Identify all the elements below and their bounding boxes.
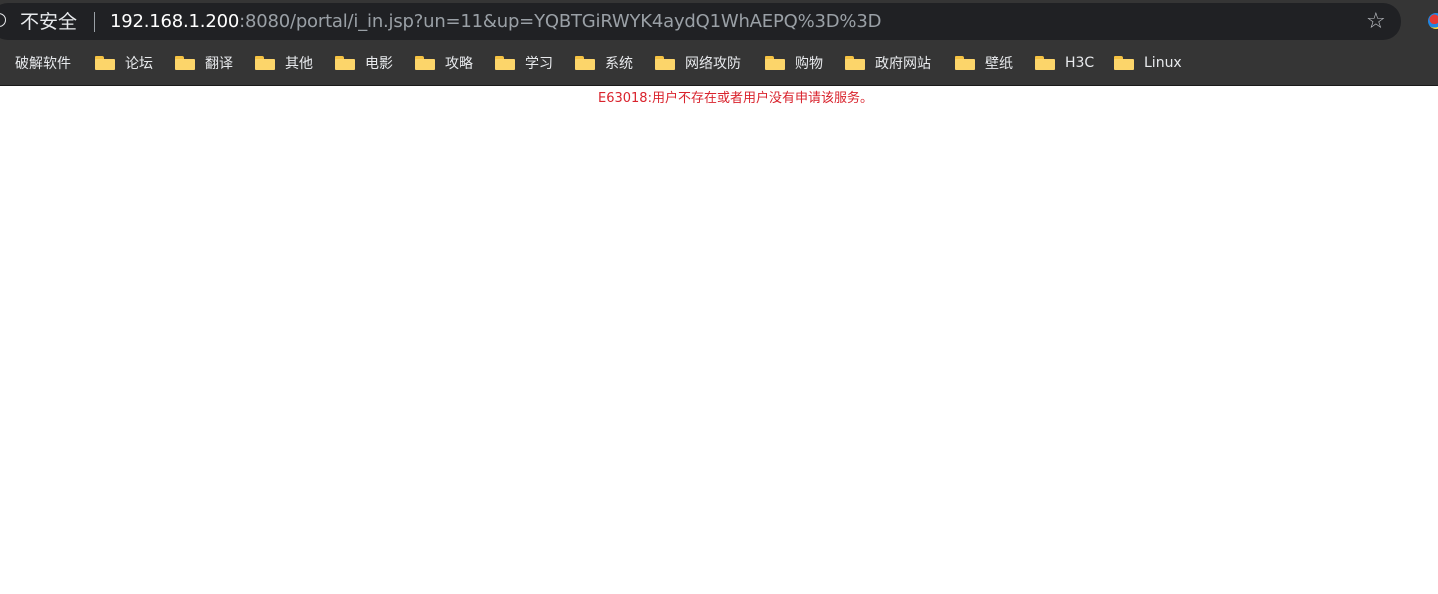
bookmark-label: 论坛 <box>125 56 153 72</box>
bookmark-star-icon[interactable]: ☆ <box>1366 10 1386 34</box>
bookmarks-bar: 破解软件 论坛 翻译 其他 电影 攻略 学习 系统 网络攻防 购物 政府网站 壁… <box>0 50 1438 76</box>
bookmark-label: 其他 <box>285 56 313 72</box>
folder-icon <box>255 56 275 70</box>
toolbar-separator <box>0 85 1438 86</box>
bookmark-label: Linux <box>1144 55 1182 71</box>
bookmark-label: 电影 <box>365 56 393 72</box>
folder-icon <box>845 56 865 70</box>
bookmark-label: 购物 <box>795 56 823 72</box>
folder-icon <box>765 56 785 70</box>
folder-icon <box>575 56 595 70</box>
bookmark-folder[interactable]: Linux <box>1114 50 1182 76</box>
bookmark-label: 翻译 <box>205 56 233 72</box>
extension-icon[interactable] <box>1428 13 1438 29</box>
bookmark-folder[interactable]: 壁纸 <box>955 50 1013 76</box>
bookmark-folder[interactable]: 翻译 <box>175 50 233 76</box>
bookmark-folder[interactable]: 学习 <box>495 50 553 76</box>
bookmark-label: 政府网站 <box>875 56 931 72</box>
folder-icon <box>955 56 975 70</box>
bookmark-folder[interactable]: 其他 <box>255 50 313 76</box>
folder-icon <box>1035 56 1055 70</box>
bookmark-label: 壁纸 <box>985 56 1013 72</box>
bookmark-label: 攻略 <box>445 56 473 72</box>
folder-icon <box>335 56 355 70</box>
folder-icon <box>1114 56 1134 70</box>
bookmark-folder[interactable]: H3C <box>1035 50 1094 76</box>
bookmark-folder[interactable]: 电影 <box>335 50 393 76</box>
folder-icon <box>95 56 115 70</box>
bookmark-label: 网络攻防 <box>685 56 741 72</box>
bookmark-label: 学习 <box>525 56 553 72</box>
folder-icon <box>495 56 515 70</box>
folder-icon <box>655 56 675 70</box>
bookmark-folder[interactable]: 购物 <box>765 50 823 76</box>
browser-toolbar: 不安全 192.168.1.200:8080/portal/i_in.jsp?u… <box>0 0 1438 44</box>
browser-chrome: 不安全 192.168.1.200:8080/portal/i_in.jsp?u… <box>0 0 1438 86</box>
bookmark-label: 系统 <box>605 56 633 72</box>
bookmark-folder[interactable]: 政府网站 <box>845 50 931 76</box>
address-divider <box>94 12 95 32</box>
folder-icon <box>415 56 435 70</box>
bookmark-item[interactable]: 破解软件 <box>15 50 71 76</box>
bookmark-folder[interactable]: 攻略 <box>415 50 473 76</box>
folder-icon <box>175 56 195 70</box>
url-path: :8080/portal/i_in.jsp?un=11&up=YQBTGiRWY… <box>239 11 882 32</box>
url-text[interactable]: 192.168.1.200:8080/portal/i_in.jsp?un=11… <box>110 10 881 34</box>
error-message: E63018:用户不存在或者用户没有申请该服务。 <box>598 91 873 106</box>
bookmark-folder[interactable]: 系统 <box>575 50 633 76</box>
security-label[interactable]: 不安全 <box>20 10 77 34</box>
bookmark-label: H3C <box>1065 55 1095 71</box>
url-host: 192.168.1.200 <box>110 11 240 32</box>
bookmark-folder[interactable]: 论坛 <box>95 50 153 76</box>
bookmark-folder[interactable]: 网络攻防 <box>655 50 741 76</box>
bookmark-label: 破解软件 <box>15 56 71 72</box>
